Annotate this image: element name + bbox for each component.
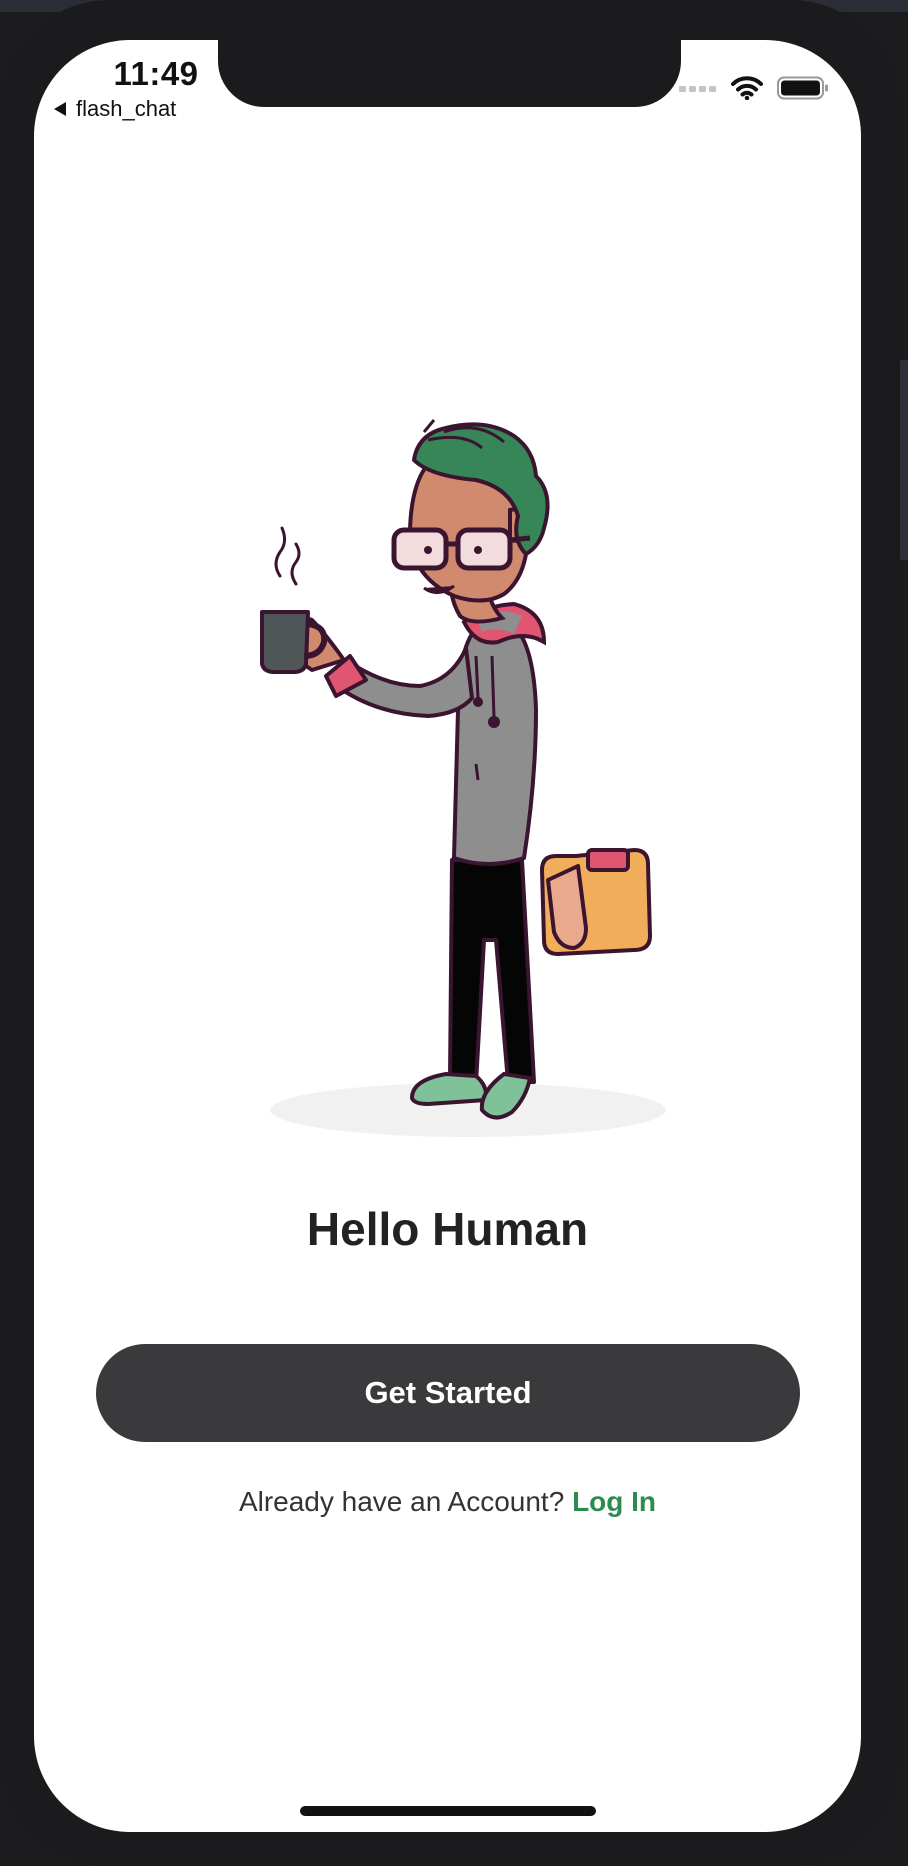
back-to-app-link[interactable]: flash_chat — [54, 96, 176, 122]
status-time: 11:49 — [113, 55, 199, 92]
wifi-icon — [731, 76, 763, 100]
welcome-title: Hello Human — [306, 1203, 589, 1255]
phone-frame: 11:49 flash_chat Hello Human Get Started… — [0, 0, 900, 1866]
phone-screen: 11:49 flash_chat Hello Human Get Started… — [34, 40, 861, 1832]
login-prompt-row: Already have an Account? Log In — [34, 1486, 861, 1518]
home-indicator[interactable] — [300, 1806, 596, 1816]
window-scroll-edge — [900, 360, 908, 560]
back-app-label: flash_chat — [76, 96, 177, 121]
welcome-illustration — [214, 380, 734, 1180]
device-notch — [218, 40, 681, 107]
status-icons — [679, 76, 829, 100]
log-in-link[interactable]: Log In — [572, 1486, 656, 1517]
battery-icon — [777, 76, 828, 100]
back-triangle-icon — [54, 102, 66, 116]
person-holding-coffee-illustration — [260, 419, 666, 1137]
login-prompt-text: Already have an Account? — [238, 1486, 565, 1517]
get-started-button[interactable]: Get Started — [96, 1344, 800, 1442]
signal-icon — [679, 86, 716, 92]
